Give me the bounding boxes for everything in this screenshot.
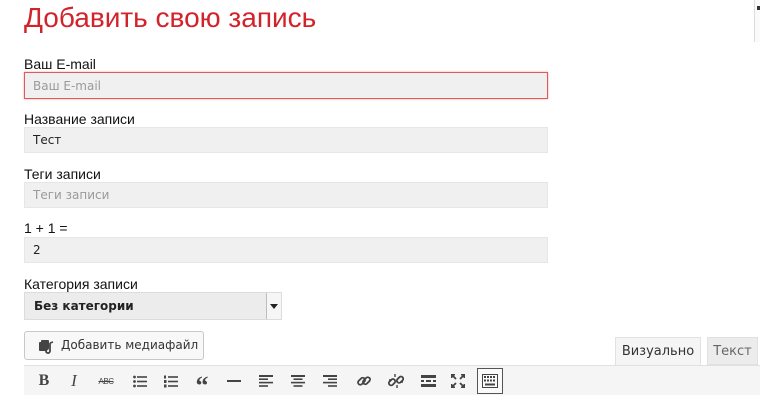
unlink-button[interactable] bbox=[384, 366, 408, 396]
add-media-button[interactable]: Добавить медиафайл bbox=[24, 331, 204, 360]
read-more-button[interactable] bbox=[416, 366, 440, 396]
toolbar-toggle-button[interactable] bbox=[477, 368, 503, 394]
link-icon bbox=[357, 376, 371, 386]
page-title: Добавить свою запись bbox=[24, 2, 317, 33]
category-selected-value: Без категории bbox=[34, 299, 134, 313]
captcha-label: 1 + 1 = bbox=[24, 220, 68, 236]
align-center-icon bbox=[291, 375, 305, 387]
email-field[interactable] bbox=[24, 72, 548, 99]
category-select[interactable]: Без категории bbox=[24, 292, 282, 320]
email-label: Ваш E-mail bbox=[24, 56, 96, 72]
add-media-icon bbox=[38, 338, 56, 354]
scrollbar-edge bbox=[754, 0, 760, 42]
bullet-list-icon bbox=[133, 375, 147, 387]
tags-label: Теги записи bbox=[24, 166, 101, 182]
align-left-icon bbox=[259, 375, 273, 387]
bold-icon: B bbox=[38, 372, 50, 389]
toolbar-toggle-icon bbox=[482, 374, 498, 388]
chevron-down-icon bbox=[270, 304, 278, 309]
italic-button[interactable]: I bbox=[62, 366, 86, 396]
horizontal-line-button[interactable] bbox=[222, 366, 246, 396]
bullet-list-button[interactable] bbox=[128, 366, 152, 396]
tab-text[interactable]: Текст bbox=[707, 337, 758, 365]
align-left-button[interactable] bbox=[254, 366, 278, 396]
align-center-button[interactable] bbox=[286, 366, 310, 396]
category-dropdown-button[interactable] bbox=[266, 293, 281, 319]
blockquote-icon: “ bbox=[195, 371, 209, 400]
tags-field[interactable] bbox=[24, 182, 548, 208]
fullscreen-button[interactable] bbox=[446, 366, 470, 396]
link-button[interactable] bbox=[352, 366, 376, 396]
unlink-icon bbox=[388, 374, 404, 388]
post-title-field[interactable] bbox=[24, 127, 548, 153]
editor-toolbar: B I ABC “ bbox=[24, 365, 760, 400]
bold-button[interactable]: B bbox=[32, 366, 56, 396]
blockquote-button[interactable]: “ bbox=[190, 366, 214, 400]
post-title-label: Название записи bbox=[24, 111, 135, 127]
horizontal-line-icon bbox=[227, 380, 241, 382]
numbered-list-button[interactable] bbox=[159, 366, 183, 396]
italic-icon: I bbox=[71, 371, 77, 390]
align-right-icon bbox=[323, 375, 337, 387]
strikethrough-button[interactable]: ABC bbox=[94, 366, 118, 396]
add-media-label: Добавить медиафайл bbox=[61, 338, 199, 352]
numbered-list-icon bbox=[164, 375, 178, 387]
tab-visual[interactable]: Визуально bbox=[615, 337, 701, 365]
fullscreen-icon bbox=[451, 374, 465, 388]
align-right-button[interactable] bbox=[318, 366, 342, 396]
read-more-icon bbox=[420, 375, 436, 387]
captcha-field[interactable] bbox=[24, 237, 548, 263]
strikethrough-icon: ABC bbox=[98, 376, 114, 386]
category-label: Категория записи bbox=[24, 276, 138, 292]
